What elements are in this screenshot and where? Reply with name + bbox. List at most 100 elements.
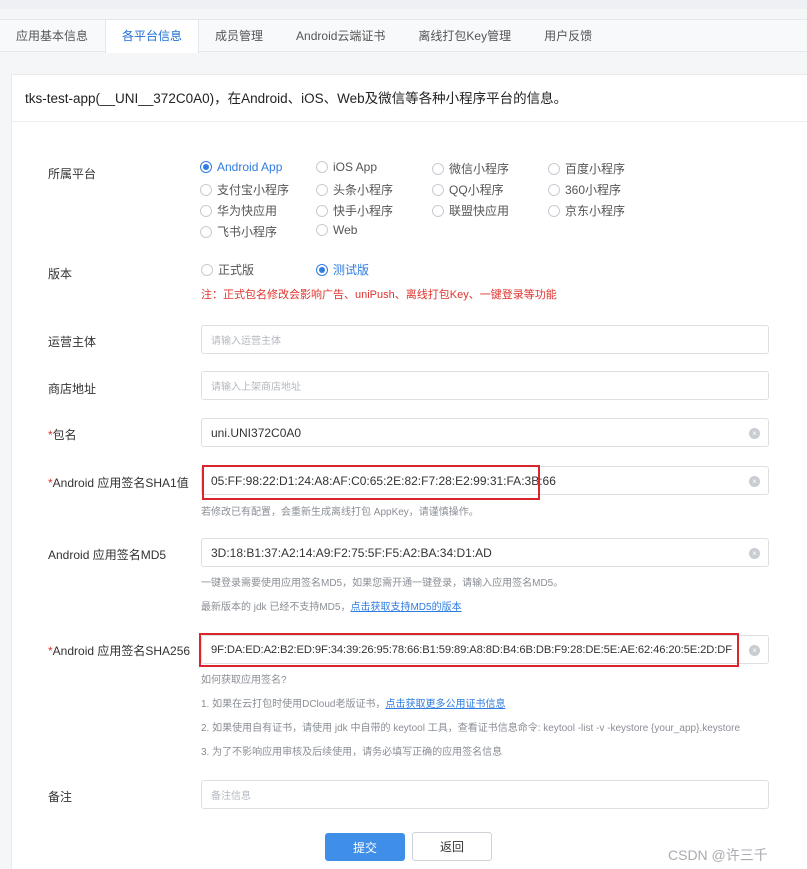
platform-radio-option[interactable]: 华为快应用	[200, 202, 277, 219]
radio-label: 联盟快应用	[449, 204, 510, 218]
sha1-label-text: Android 应用签名SHA1值	[52, 476, 189, 490]
package-label-text: 包名	[52, 428, 77, 442]
operator-label: 运营主体	[48, 335, 97, 349]
radio-icon	[200, 161, 212, 173]
radio-label: 测试版	[333, 263, 370, 277]
md5-jdk-hint-text: 最新版本的 jdk 已经不支持MD5，	[201, 602, 351, 613]
platform-radio-option[interactable]: 百度小程序	[548, 160, 625, 177]
version-warning: 注：正式包名修改会影响广告、uniPush、离线打包Key、一键登录等功能	[201, 289, 557, 301]
radio-label: Android App	[217, 160, 283, 174]
platform-radio-option[interactable]: 京东小程序	[548, 202, 625, 219]
submit-button[interactable]: 提交	[325, 833, 405, 861]
platform-radio-option[interactable]: 飞书小程序	[200, 223, 277, 240]
tab-bar: 应用基本信息 各平台信息 成员管理 Android云端证书 离线打包Key管理 …	[0, 19, 807, 53]
clear-icon[interactable]: ×	[749, 476, 760, 487]
radio-icon	[200, 204, 212, 217]
tab-feedback[interactable]: 用户反馈	[528, 20, 609, 52]
radio-label: 华为快应用	[217, 204, 278, 218]
md5-hint: 一键登录需要使用应用签名MD5，如果您需开通一键登录，请输入应用签名MD5。	[201, 578, 564, 589]
version-release-radio[interactable]: 正式版	[201, 261, 254, 278]
radio-icon	[201, 263, 213, 276]
radio-label: 支付宝小程序	[217, 183, 290, 197]
platform-radio-option[interactable]: 支付宝小程序	[200, 181, 289, 198]
platform-radio-option[interactable]: 联盟快应用	[432, 202, 509, 219]
radio-icon	[432, 183, 444, 196]
platform-radio-option[interactable]: 360小程序	[548, 181, 621, 198]
radio-label: iOS App	[333, 160, 378, 174]
remark-label: 备注	[48, 790, 73, 804]
top-strip	[0, 0, 807, 9]
clear-icon[interactable]: ×	[749, 645, 760, 656]
radio-label: 正式版	[218, 263, 255, 277]
platform-radio-option[interactable]: Android App	[200, 160, 282, 174]
sha256-highlight-box	[199, 633, 739, 667]
operator-input[interactable]: 请输入运营主体	[201, 325, 769, 354]
watermark: CSDN @许三千	[668, 847, 768, 863]
signature-step-1: 1. 如果在云打包时使用DCloud老版证书，点击获取更多公用证书信息	[201, 695, 505, 710]
radio-label: 快手小程序	[333, 204, 394, 218]
remark-placeholder: 备注信息	[211, 791, 251, 802]
clear-icon[interactable]: ×	[749, 548, 760, 559]
platform-radio-option[interactable]: Web	[316, 223, 357, 237]
sha1-label: *Android 应用签名SHA1值	[48, 474, 189, 491]
platform-label: 所属平台	[48, 167, 97, 181]
radio-icon	[548, 183, 560, 196]
radio-icon	[548, 204, 560, 217]
sha256-label: *Android 应用签名SHA256	[48, 642, 190, 659]
platform-radio-option[interactable]: iOS App	[316, 160, 377, 174]
package-name-input[interactable]: uni.UNI372C0A0 ×	[201, 418, 769, 447]
tab-offline-key[interactable]: 离线打包Key管理	[402, 20, 528, 52]
version-test-radio[interactable]: 测试版	[316, 261, 369, 278]
package-label: *包名	[48, 426, 77, 443]
radio-icon	[316, 263, 328, 276]
tab-members[interactable]: 成员管理	[199, 20, 280, 52]
tab-platform-info[interactable]: 各平台信息	[105, 20, 200, 53]
store-label: 商店地址	[48, 382, 97, 396]
radio-icon	[316, 161, 328, 173]
radio-icon	[316, 183, 328, 196]
store-placeholder: 请输入上架商店地址	[211, 382, 301, 393]
version-label: 版本	[48, 267, 73, 281]
radio-icon	[432, 204, 444, 217]
radio-icon	[316, 224, 328, 236]
md5-value: 3D:18:B1:37:A2:14:A9:F2:75:5F:F5:A2:BA:3…	[211, 545, 492, 560]
radio-label: 头条小程序	[333, 183, 394, 197]
clear-icon[interactable]: ×	[749, 428, 760, 439]
md5-version-link[interactable]: 点击获取支持MD5的版本	[350, 602, 461, 613]
radio-label: QQ小程序	[449, 183, 504, 197]
operator-placeholder: 请输入运营主体	[211, 336, 281, 347]
platform-radio-option[interactable]: 快手小程序	[316, 202, 393, 219]
signature-howto: 如何获取应用签名?	[201, 675, 287, 686]
platform-radio-option[interactable]: QQ小程序	[432, 181, 504, 198]
store-url-input[interactable]: 请输入上架商店地址	[201, 371, 769, 400]
radio-label: Web	[333, 223, 358, 237]
signature-step-3: 3. 为了不影响应用审核及后续使用，请务必填写正确的应用签名信息	[201, 747, 503, 758]
radio-label: 飞书小程序	[217, 225, 278, 239]
remark-input[interactable]: 备注信息	[201, 780, 769, 809]
radio-label: 京东小程序	[565, 204, 626, 218]
form-panel: tks-test-app(__UNI__372C0A0)，在Android、iO…	[11, 74, 807, 869]
radio-label: 微信小程序	[449, 162, 510, 176]
platform-radio-option[interactable]: 微信小程序	[432, 160, 509, 177]
radio-label: 百度小程序	[565, 162, 626, 176]
sha256-label-text: Android 应用签名SHA256	[52, 644, 191, 658]
radio-icon	[316, 204, 328, 217]
radio-icon	[200, 183, 212, 196]
panel-title: tks-test-app(__UNI__372C0A0)，在Android、iO…	[12, 75, 807, 122]
radio-label: 360小程序	[565, 183, 622, 197]
tab-basic-info[interactable]: 应用基本信息	[0, 20, 105, 52]
md5-label: Android 应用签名MD5	[48, 548, 167, 562]
signature-step-1-text: 1. 如果在云打包时使用DCloud老版证书，	[201, 699, 386, 710]
radio-icon	[200, 225, 212, 238]
radio-icon	[548, 162, 560, 175]
tab-android-cloud-cert[interactable]: Android云端证书	[280, 20, 402, 52]
package-value: uni.UNI372C0A0	[211, 425, 302, 440]
signature-step-2: 2. 如果使用自有证书，请使用 jdk 中自带的 keytool 工具，查看证书…	[201, 723, 741, 734]
public-cert-link[interactable]: 点击获取更多公用证书信息	[385, 699, 505, 710]
md5-input[interactable]: 3D:18:B1:37:A2:14:A9:F2:75:5F:F5:A2:BA:3…	[201, 538, 769, 567]
sha1-hint: 若修改已有配置，会重新生成离线打包 AppKey，请谨慎操作。	[201, 507, 479, 518]
radio-icon	[432, 162, 444, 175]
platform-radio-option[interactable]: 头条小程序	[316, 181, 393, 198]
md5-jdk-hint: 最新版本的 jdk 已经不支持MD5，点击获取支持MD5的版本	[201, 598, 462, 613]
back-button[interactable]: 返回	[412, 832, 492, 861]
